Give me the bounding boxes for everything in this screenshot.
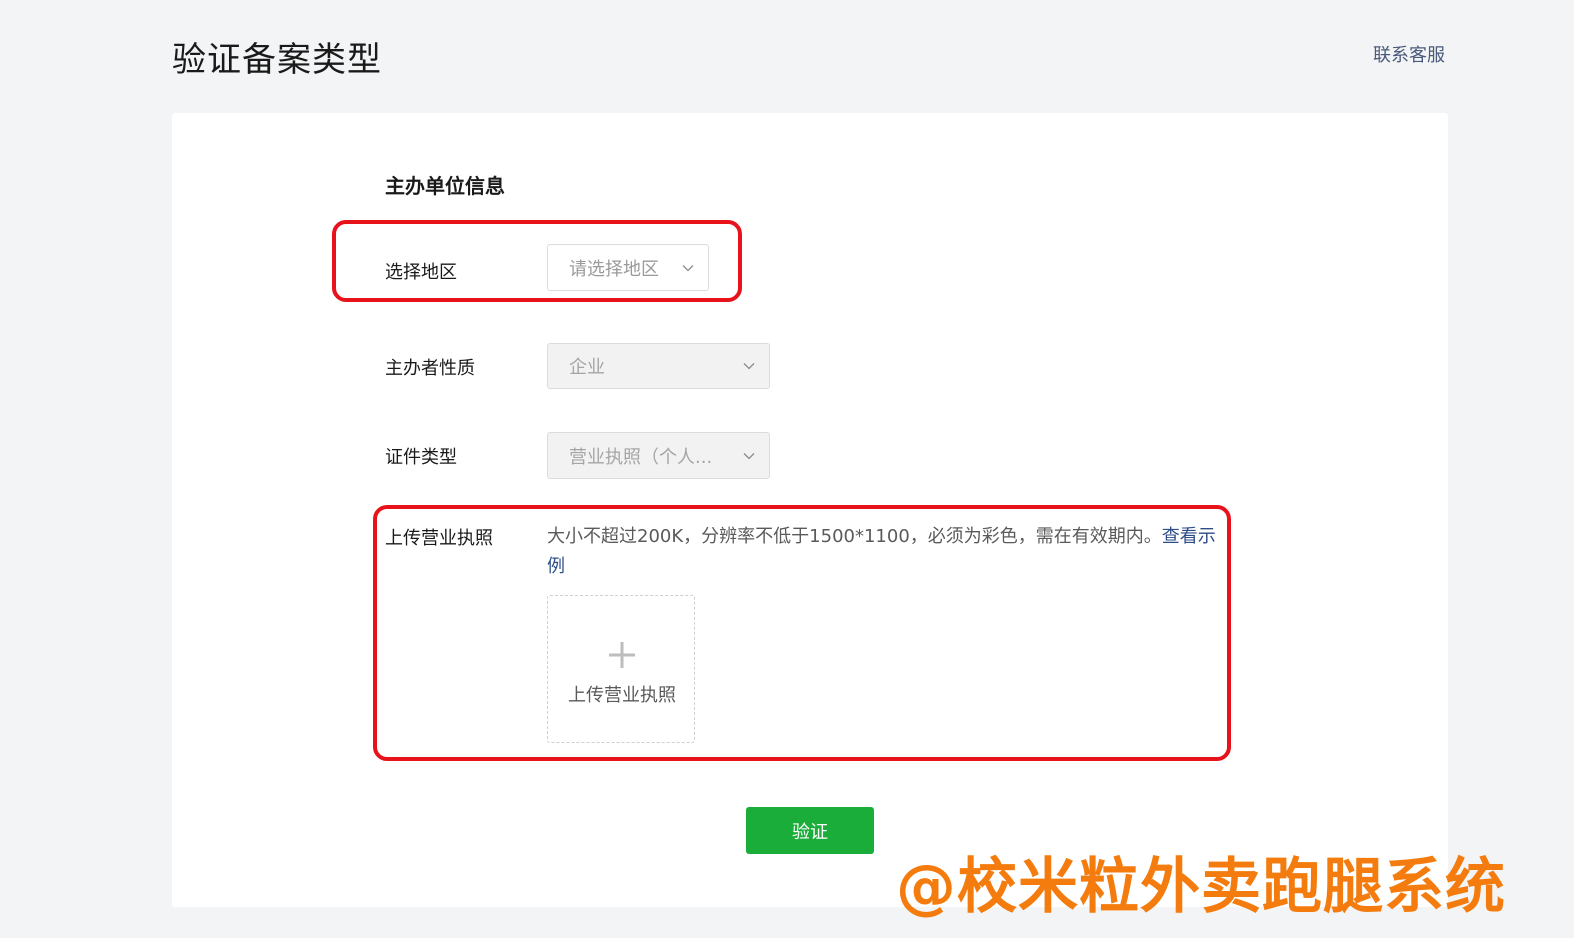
upload-box-label: 上传营业执照 [568,685,676,706]
chevron-down-icon [682,264,694,271]
organizer-type-label: 主办者性质 [385,358,475,379]
upload-hint-text: 大小不超过200K，分辨率不低于1500*1100，必须为彩色，需在有效期内。 [547,526,1162,547]
organizer-type-select[interactable]: 企业 [547,343,770,389]
contact-support-link[interactable]: 联系客服 [1373,41,1445,67]
upload-license-label: 上传营业执照 [385,528,493,549]
certificate-type-label: 证件类型 [385,447,457,468]
certificate-type-select[interactable]: 营业执照（个人... [547,432,770,479]
verify-button[interactable]: 验证 [746,807,874,854]
chevron-down-icon [743,363,755,370]
upload-hint: 大小不超过200K，分辨率不低于1500*1100，必须为彩色，需在有效期内。查… [547,522,1223,582]
plus-icon [609,642,635,668]
chevron-down-icon [743,452,755,459]
region-label: 选择地区 [385,262,457,283]
region-select[interactable]: 请选择地区 [547,244,709,291]
form-card [172,113,1448,907]
page-title: 验证备案类型 [172,40,382,80]
watermark-text: @校米粒外卖跑腿系统 [896,852,1506,922]
organizer-type-value: 企业 [569,357,605,378]
upload-license-box[interactable]: 上传营业执照 [547,595,695,743]
certificate-type-value: 营业执照（个人... [569,446,713,468]
section-title: 主办单位信息 [385,174,505,198]
